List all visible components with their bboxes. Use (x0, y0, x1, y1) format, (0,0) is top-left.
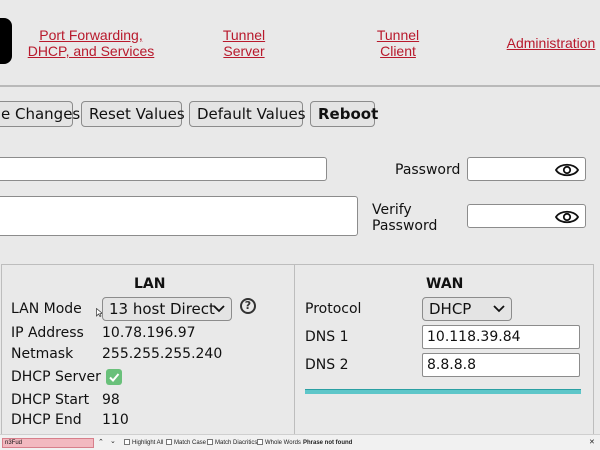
match-diacritics-checkbox[interactable]: Match Diacritics (207, 439, 257, 447)
password-input[interactable] (467, 157, 586, 181)
highlight-all-label: Highlight All (132, 440, 164, 446)
dns1-label: DNS 1 (305, 329, 349, 345)
dns1-input[interactable]: 10.118.39.84 (422, 325, 580, 349)
verify-label-line: Verify (372, 202, 412, 218)
save-changes-button[interactable]: e Changes (0, 101, 80, 127)
netmask-label: Netmask (11, 346, 74, 362)
checkbox-box (124, 439, 130, 445)
verify-password-input[interactable] (467, 204, 586, 228)
wan-title: WAN (426, 276, 464, 292)
username-input[interactable] (0, 157, 327, 181)
dhcp-start-label: DHCP Start (11, 392, 90, 408)
lan-title: LAN (134, 276, 166, 292)
dhcp-end-value: 110 (102, 412, 129, 428)
wan-panel: WAN Protocol DHCP DNS 1 10.118.39.84 DNS… (294, 264, 594, 450)
match-diacritics-label: Match Diacritics (215, 440, 258, 446)
find-input[interactable]: n3Fud (2, 438, 94, 448)
nav-link-line: Server (223, 43, 265, 59)
nav-link-line: Port Forwarding, (39, 27, 143, 43)
dns2-input[interactable]: 8.8.8.8 (422, 353, 580, 377)
nav-link-line: Tunnel (222, 27, 266, 43)
nav-link-line: Client (380, 43, 416, 59)
lan-panel: LAN LAN Mode 13 host Direct ? IP Address… (1, 264, 295, 450)
protocol-value: DHCP (429, 300, 472, 318)
password-label: Password (395, 162, 461, 178)
find-bar: n3Fud ⌃ ⌄ Highlight All Match Case Match… (0, 434, 600, 450)
help-icon[interactable]: ? (240, 298, 256, 314)
accent-divider (305, 389, 581, 394)
find-next-icon[interactable]: ⌄ (110, 437, 116, 445)
checkbox-box (257, 439, 263, 445)
nav-link-port-forwarding[interactable]: Port Forwarding, DHCP, and Services (26, 27, 156, 59)
nav-link-line: Tunnel (376, 27, 420, 43)
show-password-eye-icon[interactable] (555, 162, 579, 178)
description-input[interactable] (0, 196, 358, 236)
nav-link-line: DHCP, and Services (27, 43, 155, 59)
checkbox-box (166, 439, 172, 445)
nav-link-administration[interactable]: Administration (503, 35, 599, 51)
lan-mode-select[interactable]: 13 host Direct (102, 297, 232, 321)
dhcp-start-value: 98 (102, 392, 120, 408)
lan-mode-value: 13 host Direct (109, 300, 215, 318)
chevron-down-icon (493, 305, 505, 313)
dhcp-server-checkbox[interactable] (106, 369, 122, 385)
highlight-all-checkbox[interactable]: Highlight All (124, 439, 163, 447)
top-navigation: Port Forwarding, DHCP, and Services Tunn… (0, 0, 600, 87)
match-case-checkbox[interactable]: Match Case (166, 439, 206, 447)
find-previous-icon[interactable]: ⌃ (98, 438, 104, 446)
dhcp-end-label: DHCP End (11, 412, 82, 428)
verify-label-line: Password (372, 218, 438, 234)
checkbox-box (207, 439, 213, 445)
close-find-bar-icon[interactable]: ✕ (589, 438, 595, 446)
nav-link-tunnel-server[interactable]: Tunnel Server (214, 27, 274, 59)
nav-link-tunnel-client[interactable]: Tunnel Client (368, 27, 428, 59)
lan-mode-label: LAN Mode (11, 301, 82, 317)
chevron-down-icon (213, 305, 225, 313)
netmask-value: 255.255.255.240 (102, 346, 223, 362)
reset-values-button[interactable]: Reset Values (81, 101, 185, 127)
find-status-text: Phrase not found (303, 440, 353, 446)
protocol-label: Protocol (305, 301, 362, 317)
protocol-select[interactable]: DHCP (422, 297, 512, 321)
whole-words-label: Whole Words (265, 440, 301, 446)
dhcp-server-label: DHCP Server (11, 369, 101, 385)
verify-password-label: Verify Password (372, 202, 437, 234)
dns2-label: DNS 2 (305, 357, 349, 373)
show-verify-password-eye-icon[interactable] (555, 209, 579, 225)
reboot-button[interactable]: Reboot (310, 101, 378, 127)
check-icon (109, 373, 120, 382)
ip-address-label: IP Address (11, 325, 84, 341)
default-values-button[interactable]: Default Values (189, 101, 306, 127)
match-case-label: Match Case (174, 440, 207, 446)
logo (0, 18, 12, 64)
whole-words-checkbox[interactable]: Whole Words (257, 439, 301, 447)
nav-link-line: Administration (506, 35, 596, 51)
ip-address-value: 10.78.196.97 (102, 325, 196, 341)
